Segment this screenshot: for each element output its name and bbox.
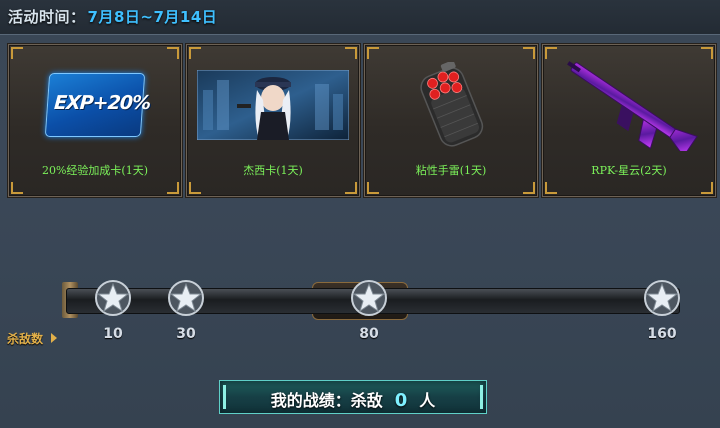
milestone-value: 30 xyxy=(176,326,196,342)
reward-slot-exp-card[interactable]: EXP+20% 20%经验加成卡(1天) xyxy=(8,44,182,197)
milestone-value: 80 xyxy=(359,326,379,342)
rifle-icon xyxy=(553,61,705,151)
kills-arrow-icon xyxy=(51,333,57,343)
milestone-value: 160 xyxy=(647,326,677,342)
my-record-text: 我的战绩：杀敌 0 人 xyxy=(220,387,486,411)
record-prefix: 我的战绩：杀敌 xyxy=(270,391,383,410)
reward-slot-jessica[interactable]: 杰西卡(1天) xyxy=(186,44,360,197)
reward-name: RPK-星云(2天) xyxy=(591,164,667,177)
character-portrait xyxy=(197,67,349,143)
reward-name: 杰西卡(1天) xyxy=(243,164,303,177)
milestone-value: 10 xyxy=(103,326,123,342)
record-unit: 人 xyxy=(419,391,436,410)
kill-progress: 10 30 80 160 xyxy=(0,270,720,342)
reward-name: 粘性手雷(1天) xyxy=(415,164,487,177)
event-time: 活动时间： 7月8日~7月14日 xyxy=(8,6,217,27)
record-kill-count: 0 xyxy=(394,390,408,411)
milestone-star-icon[interactable] xyxy=(642,278,682,318)
reward-slot-grenade[interactable]: 粘性手雷(1天) xyxy=(364,44,538,197)
exp-card-icon: EXP+20% xyxy=(19,67,171,143)
event-header: 活动时间： 7月8日~7月14日 xyxy=(0,0,720,35)
event-panel: 活动时间： 7月8日~7月14日 EXP+20% 20%经验加成卡(1天) 杰西… xyxy=(0,0,720,428)
kills-label: 杀敌数 xyxy=(7,332,44,346)
milestone-star-icon[interactable] xyxy=(93,278,133,318)
reward-name: 20%经验加成卡(1天) xyxy=(41,164,149,177)
milestone-star-icon[interactable] xyxy=(349,278,389,318)
my-record-panel: 我的战绩：杀敌 0 人 xyxy=(219,380,487,414)
event-time-dates: 7月8日~7月14日 xyxy=(87,8,218,26)
sticky-grenade-icon xyxy=(375,62,527,147)
reward-slot-rpk[interactable]: RPK-星云(2天) xyxy=(542,44,716,197)
event-time-label: 活动时间： xyxy=(8,8,86,26)
milestone-star-icon[interactable] xyxy=(166,278,206,318)
